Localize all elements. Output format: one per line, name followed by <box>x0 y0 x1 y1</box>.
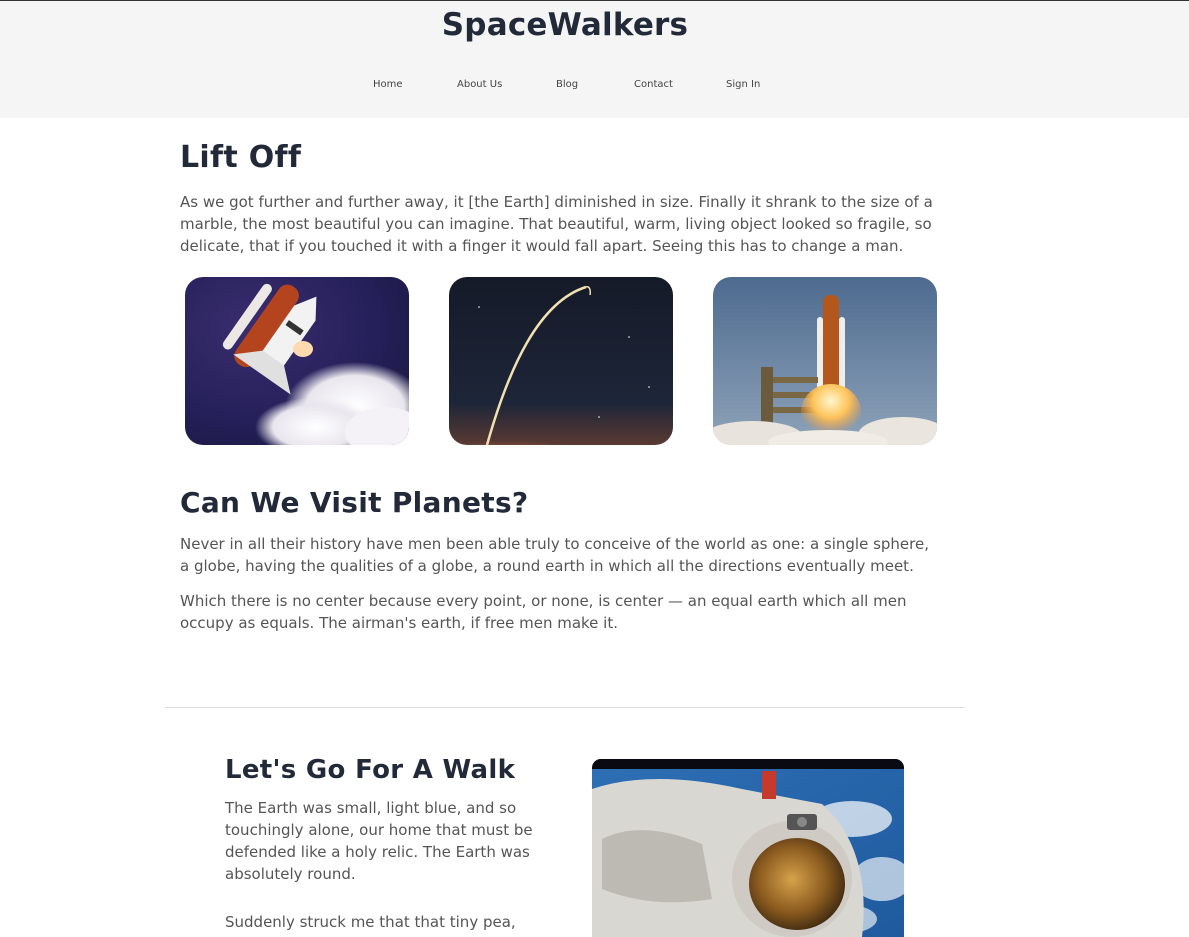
lift-off-heading: Lift Off <box>180 140 302 175</box>
launch-pad-photo <box>713 277 937 445</box>
walk-paragraph-2: Suddenly struck me that that tiny pea, p… <box>225 913 516 937</box>
rocket-trail-photo <box>449 277 673 445</box>
nav-home[interactable]: Home <box>373 79 403 90</box>
planets-paragraph-1: Never in all their history have men been… <box>180 535 929 575</box>
lift-off-paragraph: As we got further and further away, it [… <box>180 193 933 255</box>
nav-contact[interactable]: Contact <box>634 79 673 90</box>
section-divider <box>165 707 965 708</box>
main-nav: Home About Us Blog Contact Sign In <box>0 79 1189 93</box>
planets-paragraph-2: Which there is no center because every p… <box>180 592 907 632</box>
site-header: SpaceWalkers Home About Us Blog Contact … <box>0 1 1189 118</box>
astronaut-photo <box>592 759 904 937</box>
nav-blog[interactable]: Blog <box>556 79 578 90</box>
site-logo[interactable]: SpaceWalkers <box>0 7 1130 43</box>
space-shuttle-photo <box>185 277 409 445</box>
nav-sign-in[interactable]: Sign In <box>726 79 760 90</box>
walk-heading: Let's Go For A Walk <box>225 755 516 785</box>
planets-heading: Can We Visit Planets? <box>180 486 529 519</box>
nav-about-us[interactable]: About Us <box>457 79 502 90</box>
walk-paragraph-1: The Earth was small, light blue, and so … <box>225 799 533 883</box>
